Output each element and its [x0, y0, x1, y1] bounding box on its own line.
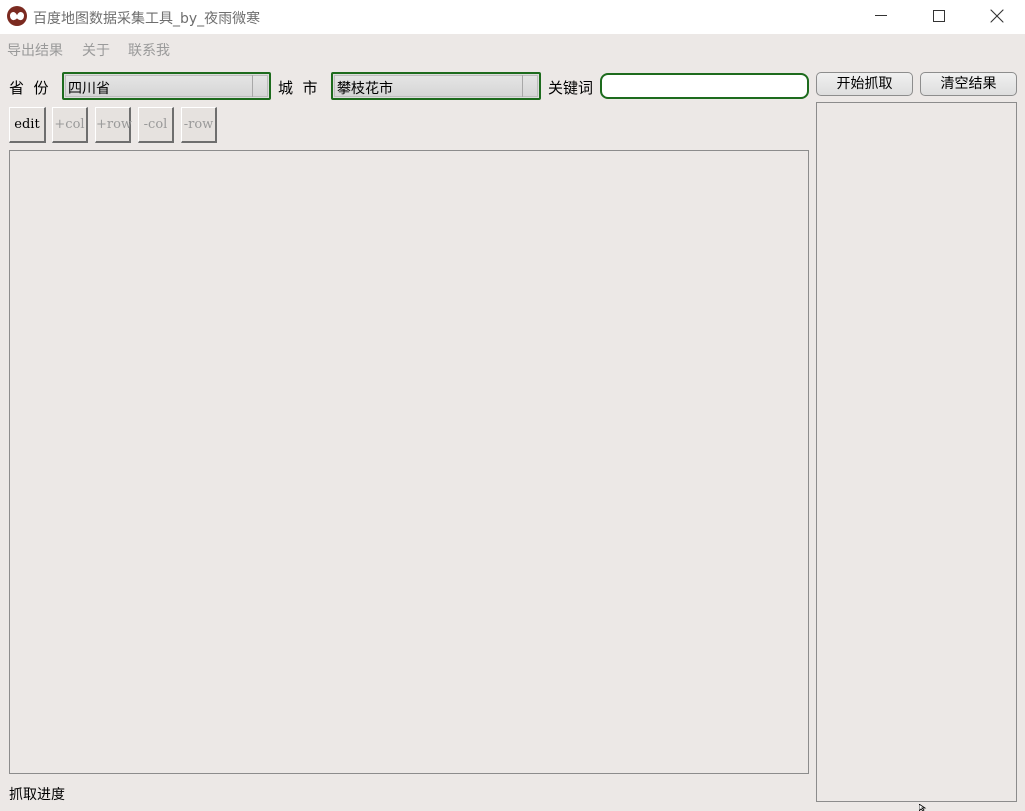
- title-bar: 百度地图数据采集工具_by_夜雨微寒: [0, 0, 1025, 34]
- results-table[interactable]: [9, 150, 809, 774]
- minimize-icon: [875, 15, 887, 16]
- keyword-input[interactable]: [600, 73, 809, 99]
- city-value: 攀枝花市: [337, 81, 393, 97]
- province-value: 四川省: [68, 81, 110, 97]
- city-select[interactable]: 攀枝花市: [331, 72, 541, 100]
- dropdown-arrow-icon: [252, 75, 268, 97]
- menu-about[interactable]: 关于: [82, 40, 110, 60]
- province-label: 省 份: [9, 79, 49, 97]
- city-label: 城 市: [278, 79, 318, 97]
- clear-results-button[interactable]: 清空结果: [920, 72, 1017, 96]
- menu-contact[interactable]: 联系我: [128, 40, 170, 60]
- keyword-label: 关键词: [548, 79, 594, 97]
- delete-column-button[interactable]: -col: [138, 107, 174, 143]
- spiderman-mask-icon: [7, 6, 27, 26]
- menu-bar: 导出结果 关于 联系我: [0, 34, 1025, 62]
- mouse-cursor-icon: [919, 804, 927, 811]
- maximize-icon: [933, 10, 945, 22]
- province-select[interactable]: 四川省: [62, 72, 271, 100]
- menu-export-results[interactable]: 导出结果: [7, 40, 63, 60]
- close-icon: [990, 9, 1004, 23]
- delete-row-button[interactable]: -row: [181, 107, 217, 143]
- add-column-button[interactable]: +col: [52, 107, 88, 143]
- log-panel[interactable]: [816, 102, 1017, 802]
- start-scrape-button[interactable]: 开始抓取: [816, 72, 913, 96]
- edit-button[interactable]: edit: [9, 107, 46, 143]
- minimize-button[interactable]: [852, 0, 910, 32]
- progress-label: 抓取进度: [9, 787, 65, 803]
- maximize-button[interactable]: [910, 0, 968, 32]
- dropdown-arrow-icon: [522, 75, 538, 97]
- close-button[interactable]: [968, 0, 1025, 32]
- add-row-button[interactable]: +row: [95, 107, 132, 143]
- window-title: 百度地图数据采集工具_by_夜雨微寒: [33, 11, 261, 27]
